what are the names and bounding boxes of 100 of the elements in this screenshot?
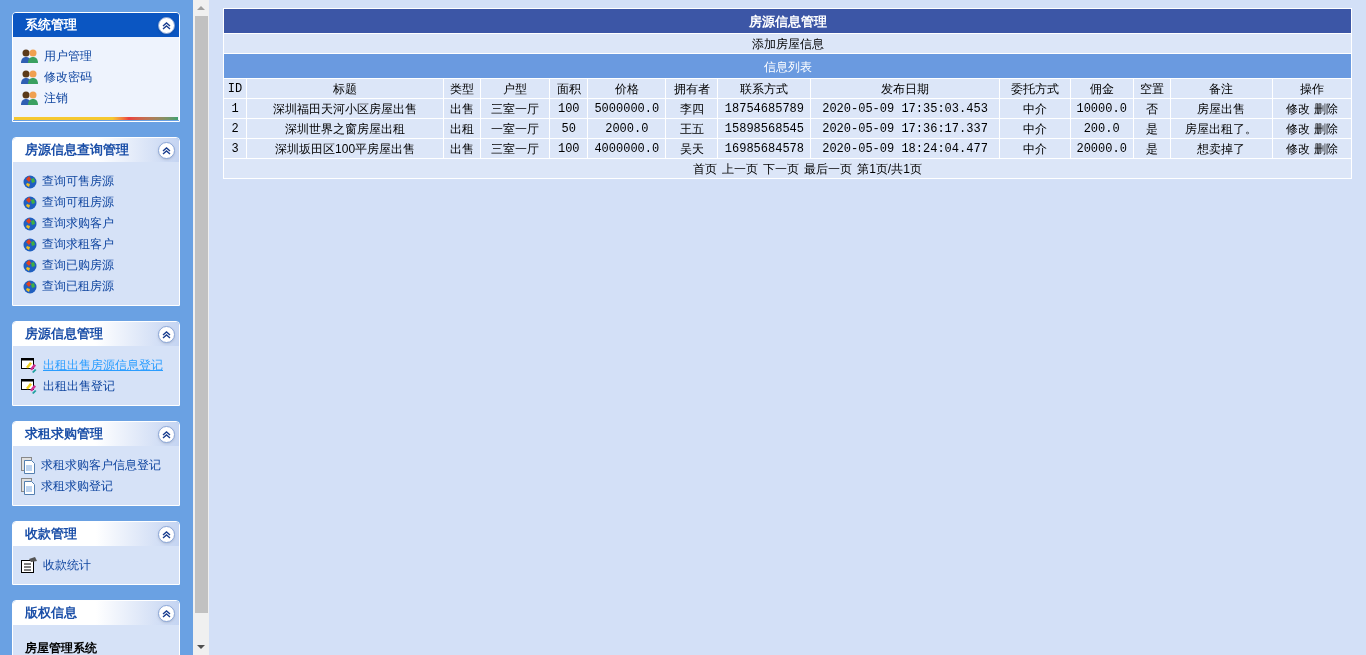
- table-cell: 中介: [999, 118, 1071, 139]
- sidebar-link[interactable]: 查询求租客户: [42, 235, 114, 253]
- table-cell: 中介: [999, 138, 1071, 159]
- column-header: 价格: [587, 78, 666, 99]
- table-cell: 100: [549, 138, 588, 159]
- panel-title: 求租求购管理: [25, 425, 103, 444]
- sidebar-link[interactable]: 修改密码: [44, 68, 92, 86]
- pager-link[interactable]: 上一页: [722, 159, 759, 178]
- table-cell: 出售: [443, 98, 481, 119]
- panel-header[interactable]: 房源信息管理: [13, 322, 179, 346]
- pager-link[interactable]: 下一页: [763, 159, 800, 178]
- collapse-icon[interactable]: [158, 141, 175, 159]
- panel-header[interactable]: 收款管理: [13, 522, 179, 546]
- globe-icon: [21, 215, 37, 231]
- column-header: 拥有者: [665, 78, 718, 99]
- sidebar-link[interactable]: 求租求购登记: [41, 477, 113, 495]
- edit-icon: [21, 357, 38, 373]
- users-icon: [21, 90, 39, 106]
- add-house-link[interactable]: 添加房屋信息: [751, 36, 824, 51]
- table-cell: 三室一厅: [480, 138, 550, 159]
- table-cell: 200.0: [1070, 118, 1134, 139]
- table-cell: 深圳世界之窗房屋出租: [246, 118, 444, 139]
- sidebar-link[interactable]: 查询可售房源: [42, 172, 114, 190]
- panel-header[interactable]: 求租求购管理: [13, 422, 179, 446]
- table-cell: 否: [1133, 98, 1171, 119]
- collapse-icon[interactable]: [158, 525, 175, 543]
- table-cell: 2000.0: [587, 118, 666, 139]
- column-header: 面积: [549, 78, 588, 99]
- users-icon: [21, 69, 39, 85]
- globe-icon: [21, 236, 37, 252]
- table-cell: 1: [223, 98, 247, 119]
- table-cell: 2020-05-09 17:35:03.453: [810, 98, 1000, 119]
- sidebar-link[interactable]: 查询已购房源: [42, 256, 114, 274]
- document-icon: [21, 477, 36, 495]
- table-cell: 20000.0: [1070, 138, 1134, 159]
- page-info: 第1页/共1页: [857, 160, 922, 178]
- column-header: 联系方式: [717, 78, 811, 99]
- table-cell: 18754685789: [717, 98, 811, 119]
- table-cell: 是: [1133, 138, 1171, 159]
- table-cell: 出租: [443, 118, 481, 139]
- sidebar-link[interactable]: 用户管理: [44, 47, 92, 65]
- table-cell: 3: [223, 138, 247, 159]
- table-cell: 100: [549, 98, 588, 119]
- column-header: 发布日期: [810, 78, 1000, 99]
- column-header: 备注: [1170, 78, 1273, 99]
- column-header: ID: [223, 78, 247, 99]
- scrollbar-thumb[interactable]: [194, 16, 208, 613]
- pager-link[interactable]: 最后一页: [804, 159, 853, 178]
- column-header: 空置: [1133, 78, 1171, 99]
- table-cell: 50: [549, 118, 588, 139]
- scrollbar[interactable]: [193, 0, 209, 655]
- collapse-icon[interactable]: [158, 325, 175, 343]
- sidebar-link[interactable]: 查询可租房源: [42, 193, 114, 211]
- column-header: 标题: [246, 78, 444, 99]
- edit-link[interactable]: 修改: [1285, 99, 1310, 118]
- edit-link[interactable]: 修改: [1285, 119, 1310, 138]
- table-cell: 深圳坂田区100平房屋出售: [246, 138, 444, 159]
- edit-link[interactable]: 修改: [1285, 139, 1310, 158]
- list-title: 信息列表: [763, 60, 812, 74]
- table-cell: 中介: [999, 98, 1071, 119]
- panel-title: 系统管理: [25, 16, 77, 35]
- sidebar-link[interactable]: 出租出售登记: [43, 377, 115, 395]
- sidebar-link[interactable]: 查询已租房源: [42, 277, 114, 295]
- globe-icon: [21, 173, 37, 189]
- collapse-icon[interactable]: [158, 425, 175, 443]
- system-name: 房屋管理系统: [25, 641, 97, 655]
- sidebar-link[interactable]: 注销: [44, 89, 68, 107]
- delete-link[interactable]: 删除: [1313, 99, 1338, 118]
- sidebar-link[interactable]: 收款统计: [43, 556, 91, 574]
- table-cell: 想卖掉了: [1170, 138, 1273, 159]
- panel-header[interactable]: 系统管理: [13, 13, 179, 37]
- edit-icon: [21, 378, 38, 394]
- table-cell: 出售: [443, 138, 481, 159]
- panel-header[interactable]: 房源信息查询管理: [13, 138, 179, 162]
- users-icon: [21, 48, 39, 64]
- delete-link[interactable]: 删除: [1313, 139, 1338, 158]
- column-header: 委托方式: [999, 78, 1071, 99]
- table-cell: 2020-05-09 17:36:17.337: [810, 118, 1000, 139]
- table-cell: 16985684578: [717, 138, 811, 159]
- table-cell: 是: [1133, 118, 1171, 139]
- sidebar-link[interactable]: 查询求购客户: [42, 214, 114, 232]
- pager-link[interactable]: 首页: [693, 159, 718, 178]
- column-header: 佣金: [1070, 78, 1134, 99]
- column-header: 户型: [480, 78, 550, 99]
- delete-link[interactable]: 删除: [1313, 119, 1338, 138]
- table-title: 房源信息管理: [748, 14, 827, 29]
- sidebar-link[interactable]: 求租求购客户信息登记: [41, 456, 161, 474]
- table-cell: 2: [223, 118, 247, 139]
- panel-header[interactable]: 版权信息: [13, 601, 179, 625]
- table-cell: 王五: [665, 118, 718, 139]
- globe-icon: [21, 257, 37, 273]
- table-cell: 5000000.0: [587, 98, 666, 119]
- panel-title: 房源信息管理: [25, 325, 103, 344]
- collapse-icon[interactable]: [158, 16, 175, 34]
- table-cell: 李四: [665, 98, 718, 119]
- table-cell: 一室一厅: [480, 118, 550, 139]
- table-cell: 4000000.0: [587, 138, 666, 159]
- column-header: 类型: [443, 78, 481, 99]
- collapse-icon[interactable]: [158, 604, 175, 622]
- globe-icon: [21, 194, 37, 210]
